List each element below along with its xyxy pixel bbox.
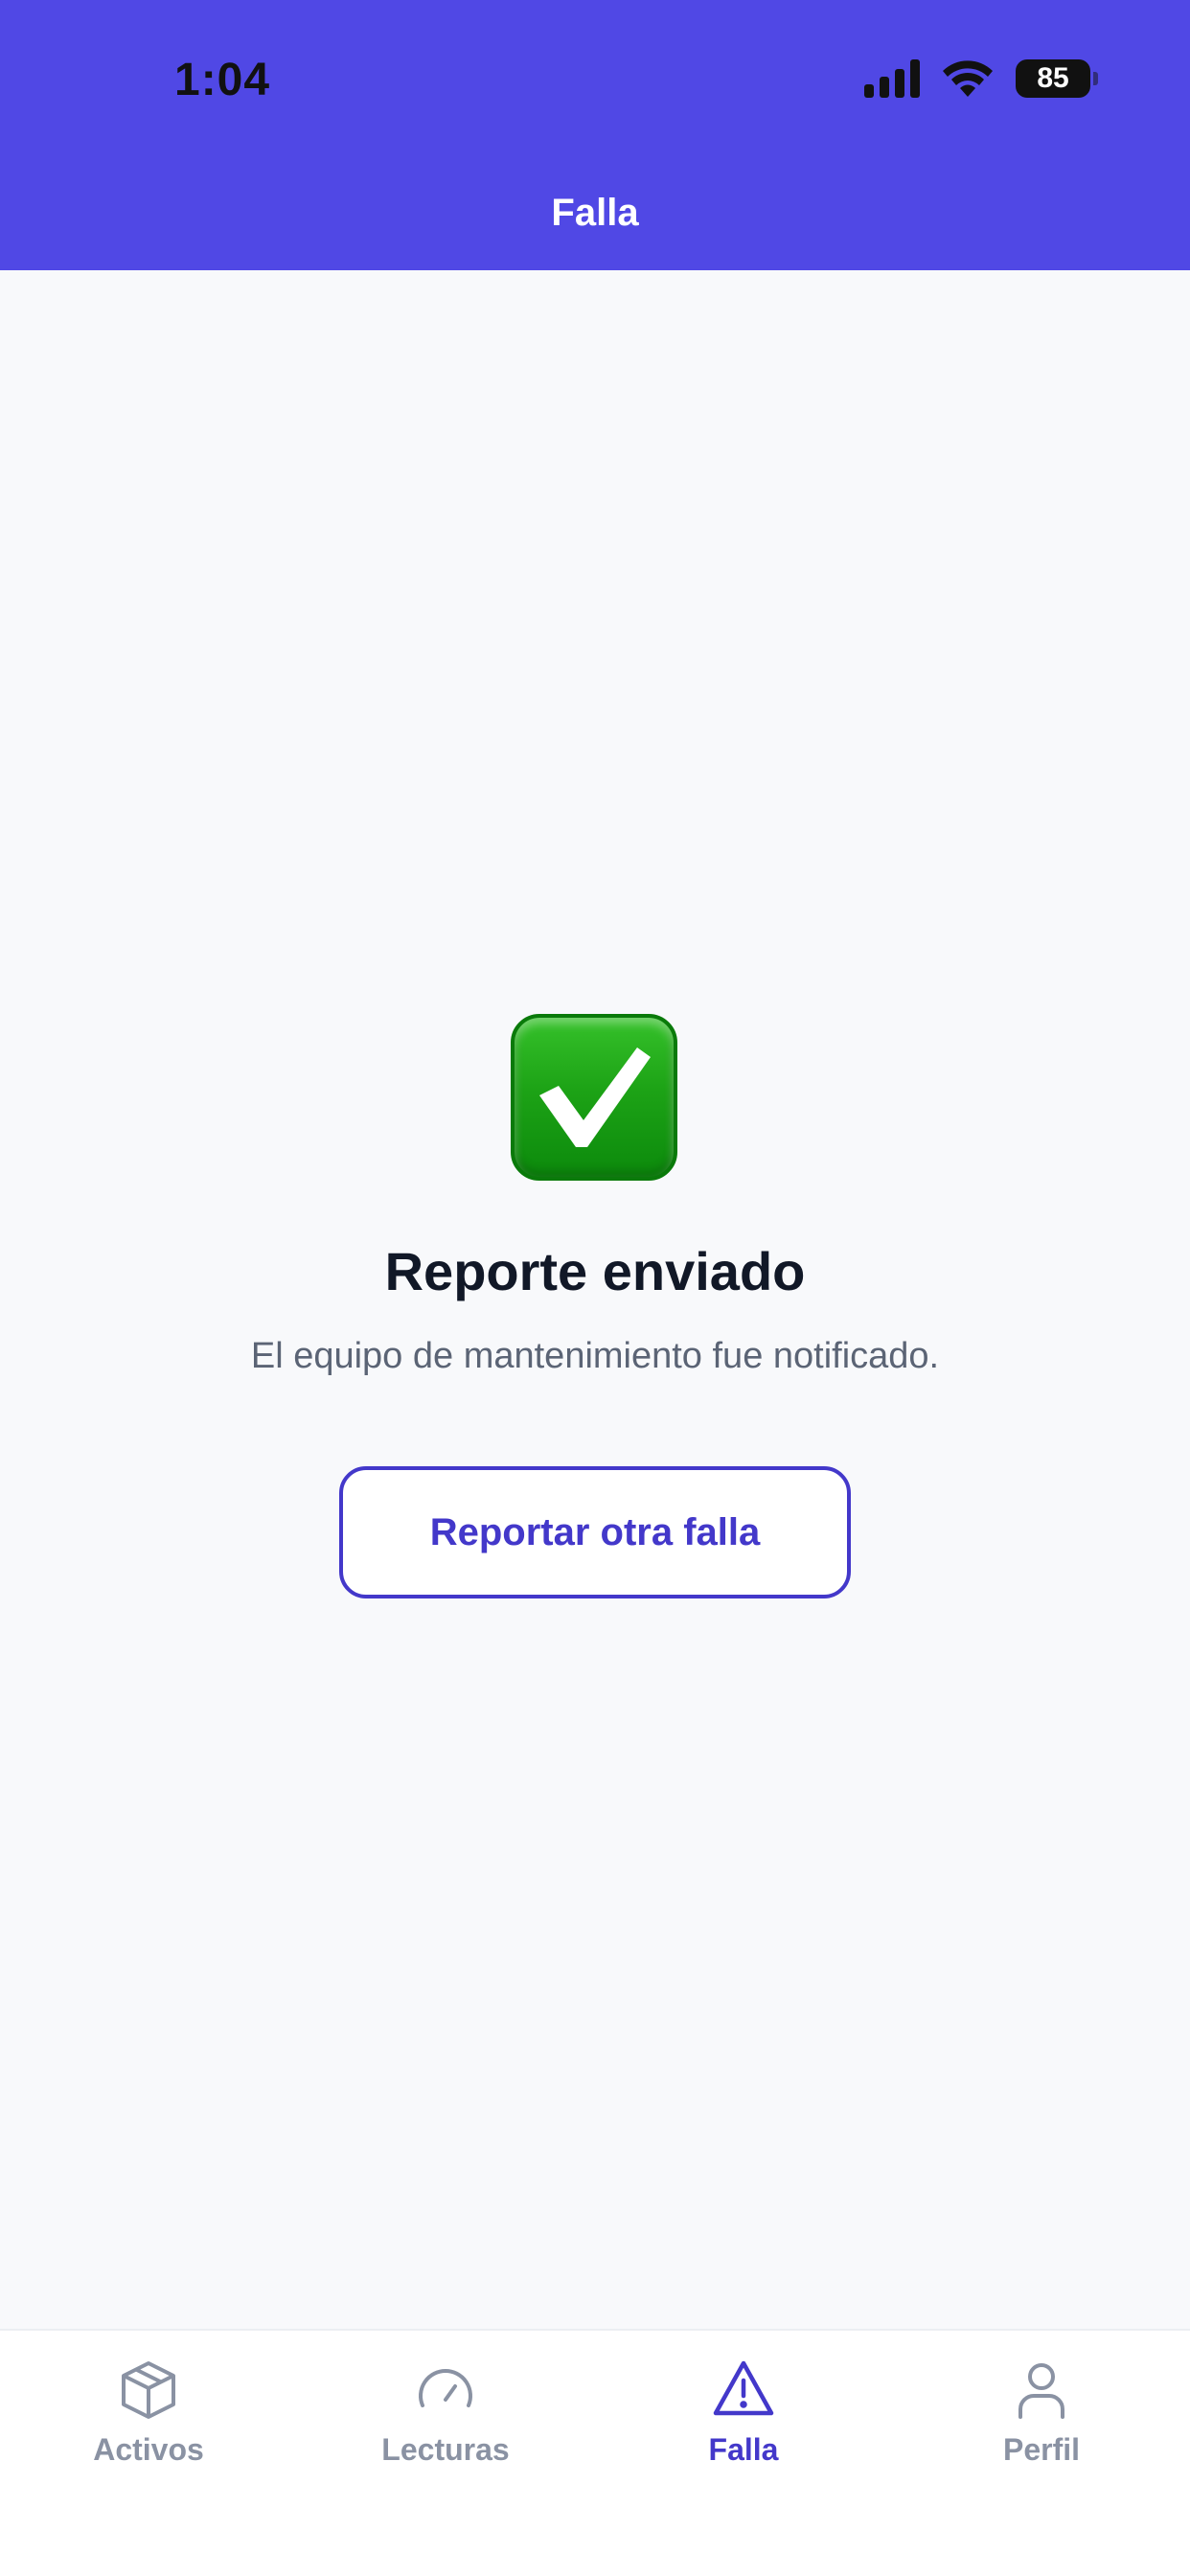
status-icons: 85 bbox=[864, 58, 1098, 100]
tab-label-perfil: Perfil bbox=[1002, 2432, 1081, 2467]
box-icon bbox=[122, 2361, 175, 2419]
battery-icon: 85 bbox=[1016, 59, 1098, 98]
screen: 1:04 85 Falla Reporte enviado El equipo … bbox=[0, 0, 1190, 2576]
tab-falla[interactable]: Falla bbox=[638, 2358, 849, 2492]
tab-activos[interactable]: Activos bbox=[43, 2358, 254, 2492]
check-mark-button-icon bbox=[511, 1014, 677, 1181]
report-another-fault-button[interactable]: Reportar otra falla bbox=[339, 1466, 851, 1598]
bottom-tab-bar: Activos Lecturas Falla Perfil bbox=[0, 2329, 1190, 2576]
main-content: Reporte enviado El equipo de mantenimien… bbox=[0, 270, 1190, 2329]
tab-perfil[interactable]: Perfil bbox=[936, 2358, 1147, 2492]
tab-label-activos: Activos bbox=[93, 2432, 204, 2467]
confirmation-title: Reporte enviado bbox=[384, 1241, 806, 1301]
wifi-icon bbox=[943, 60, 993, 97]
confirmation-message: El equipo de mantenimiento fue notificad… bbox=[250, 1336, 940, 1376]
page-title: Falla bbox=[551, 192, 639, 234]
tab-lecturas[interactable]: Lecturas bbox=[340, 2358, 551, 2492]
gauge-icon bbox=[419, 2369, 472, 2407]
user-icon bbox=[1018, 2363, 1064, 2419]
cellular-signal-icon bbox=[864, 59, 920, 98]
tab-label-falla: Falla bbox=[708, 2432, 779, 2467]
tab-label-lecturas: Lecturas bbox=[381, 2432, 510, 2467]
app-header: 1:04 85 Falla bbox=[0, 0, 1190, 270]
warning-triangle-icon bbox=[713, 2360, 774, 2416]
status-time: 1:04 bbox=[174, 55, 271, 105]
